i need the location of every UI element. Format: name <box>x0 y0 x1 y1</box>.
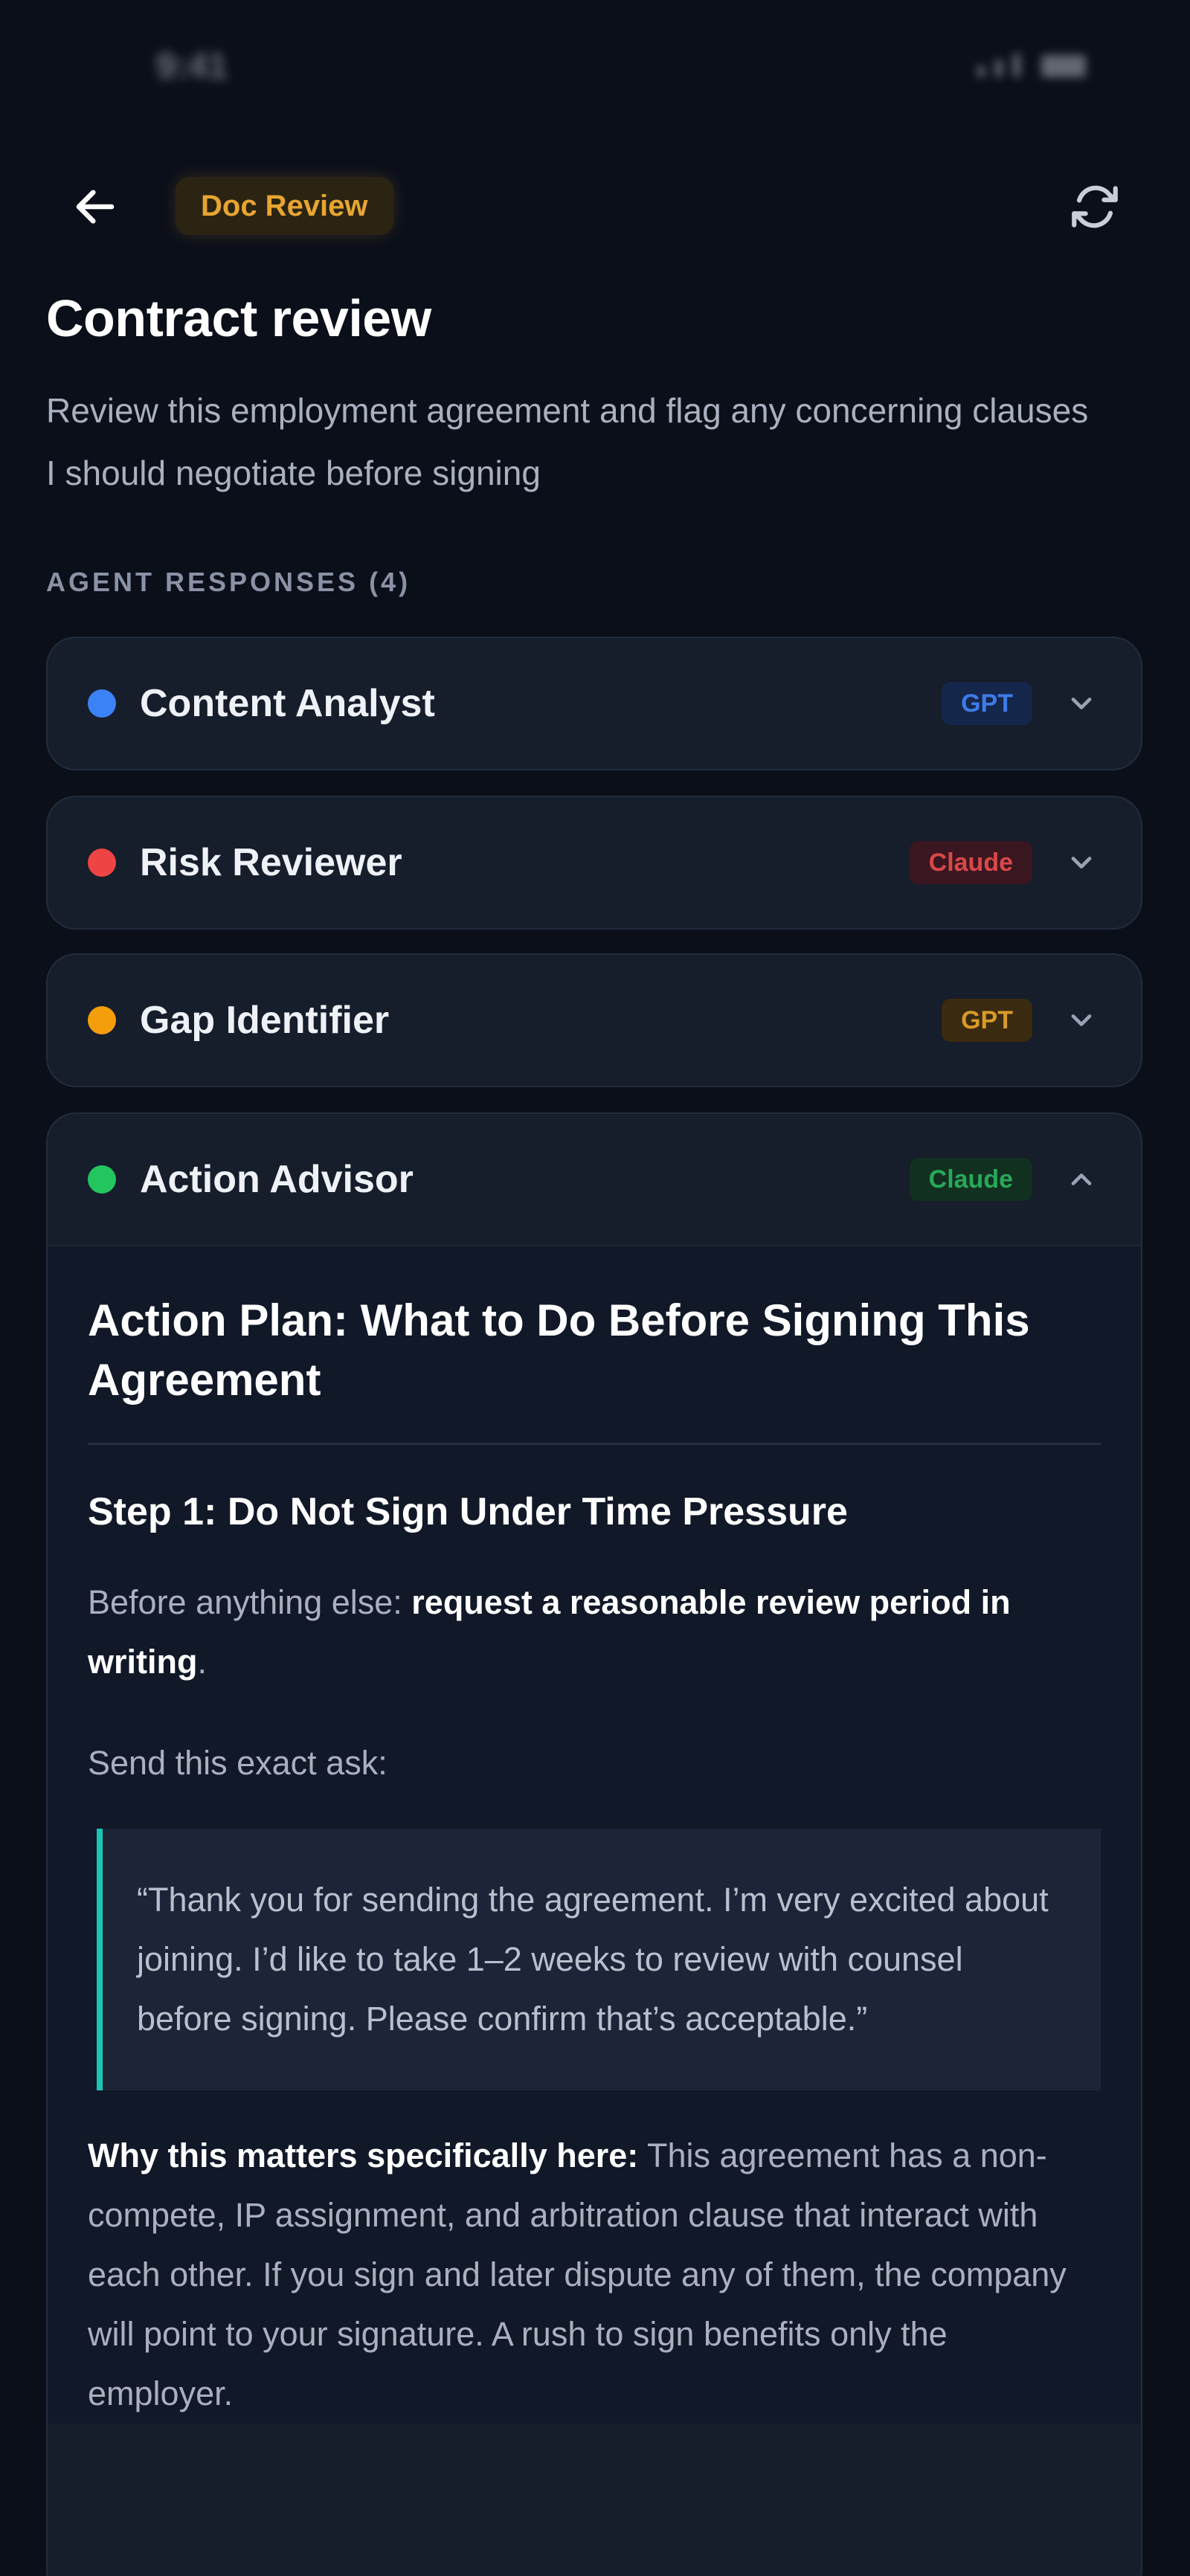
agent-card-risk-reviewer: Risk Reviewer Claude <box>46 796 1142 930</box>
model-badge: GPT <box>942 999 1032 1042</box>
agent-name: Gap Identifier <box>140 999 390 1042</box>
page-subtitle: Review this employment agreement and fla… <box>46 391 1089 492</box>
screen: 9:41 Doc Review Contract review Review t… <box>0 0 1190 2576</box>
page-title: Contract review <box>46 289 431 347</box>
model-badge: GPT <box>942 682 1032 725</box>
why-matters-paragraph: Why this matters specifically here: This… <box>88 2126 1101 2424</box>
back-button[interactable] <box>58 170 132 244</box>
section-label: AGENT RESPONSES (4) <box>46 567 411 597</box>
agent-header[interactable]: Content Analyst GPT <box>48 638 1141 769</box>
agent-card-gap-identifier: Gap Identifier GPT <box>46 953 1142 1087</box>
why-matters-label: Why this matters specifically here: <box>88 2137 639 2174</box>
step-heading: Step 1: Do Not Sign Under Time Pressure <box>88 1490 848 1533</box>
agent-name: Risk Reviewer <box>140 841 402 884</box>
agent-status-dot <box>88 689 116 718</box>
model-badge: Claude <box>909 841 1032 884</box>
status-bar: 9:41 <box>0 0 1190 141</box>
signal-icon <box>1013 54 1020 77</box>
divider <box>88 1443 1101 1445</box>
status-icons <box>977 54 1086 77</box>
step-intro: Before anything else: request a reasonab… <box>88 1573 1101 1692</box>
agent-status-dot <box>88 849 116 877</box>
agent-header[interactable]: Risk Reviewer Claude <box>48 797 1141 928</box>
doc-review-badge: Doc Review <box>176 177 393 235</box>
agent-header[interactable]: Action Advisor Claude <box>48 1114 1141 1245</box>
signal-icon <box>977 65 985 77</box>
suggested-message-quote: “Thank you for sending the agreement. I’… <box>97 1829 1101 2090</box>
chevron-down-icon[interactable] <box>1059 840 1104 885</box>
agent-name: Action Advisor <box>140 1158 414 1201</box>
status-time: 9:41 <box>156 47 228 86</box>
chevron-down-icon[interactable] <box>1059 998 1104 1043</box>
arrow-left-icon <box>76 190 115 224</box>
agent-response-body: Action Plan: What to Do Before Signing T… <box>48 1245 1141 2424</box>
battery-icon <box>1041 55 1086 77</box>
agent-card-content-analyst: Content Analyst GPT <box>46 637 1142 770</box>
why-matters-text: This agreement has a non-compete, IP ass… <box>88 2137 1067 2412</box>
refresh-button[interactable] <box>1058 170 1132 244</box>
chevron-up-icon[interactable] <box>1059 1157 1104 1202</box>
send-ask-label: Send this exact ask: <box>88 1744 387 1782</box>
step-intro-prefix: Before anything else: <box>88 1583 412 1621</box>
agent-status-dot <box>88 1006 116 1034</box>
refresh-icon <box>1072 185 1118 228</box>
agent-header[interactable]: Gap Identifier GPT <box>48 955 1141 1086</box>
agent-card-action-advisor: Action Advisor Claude Action Plan: What … <box>46 1112 1142 2576</box>
signal-icon <box>995 59 1003 77</box>
step-intro-suffix: . <box>197 1643 207 1681</box>
response-heading: Action Plan: What to Do Before Signing T… <box>88 1295 1030 1405</box>
agent-status-dot <box>88 1165 116 1194</box>
chevron-down-icon[interactable] <box>1059 681 1104 726</box>
model-badge: Claude <box>909 1158 1032 1201</box>
agent-name: Content Analyst <box>140 682 435 725</box>
